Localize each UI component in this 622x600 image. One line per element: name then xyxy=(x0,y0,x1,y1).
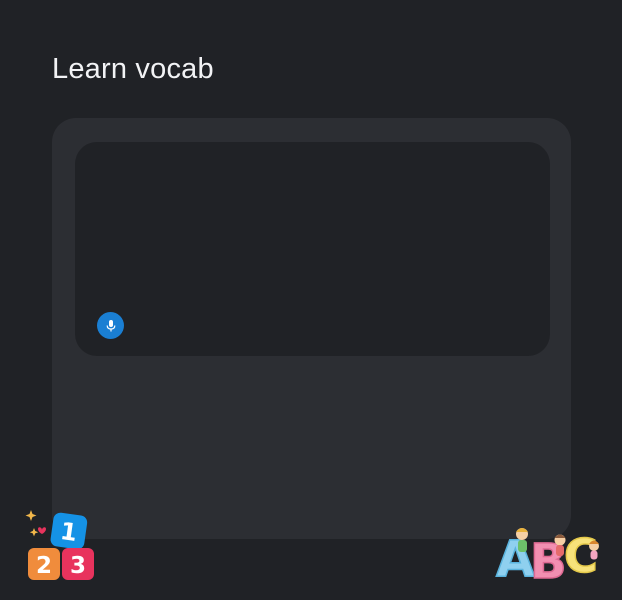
page-title: Learn vocab xyxy=(52,53,214,85)
abc-letters-logo: A B C xyxy=(495,528,599,582)
microphone-button[interactable] xyxy=(97,312,124,339)
numbers-logo-digit-3: 3 xyxy=(70,553,86,579)
page: Learn vocab 1 2 3 A B C xyxy=(0,0,622,600)
numbers-123-logo: 1 2 3 xyxy=(25,510,94,580)
numbers-logo-digit-2: 2 xyxy=(36,553,52,579)
vocab-card xyxy=(52,118,571,539)
speech-input-area[interactable] xyxy=(75,142,550,356)
microphone-icon xyxy=(106,319,115,331)
